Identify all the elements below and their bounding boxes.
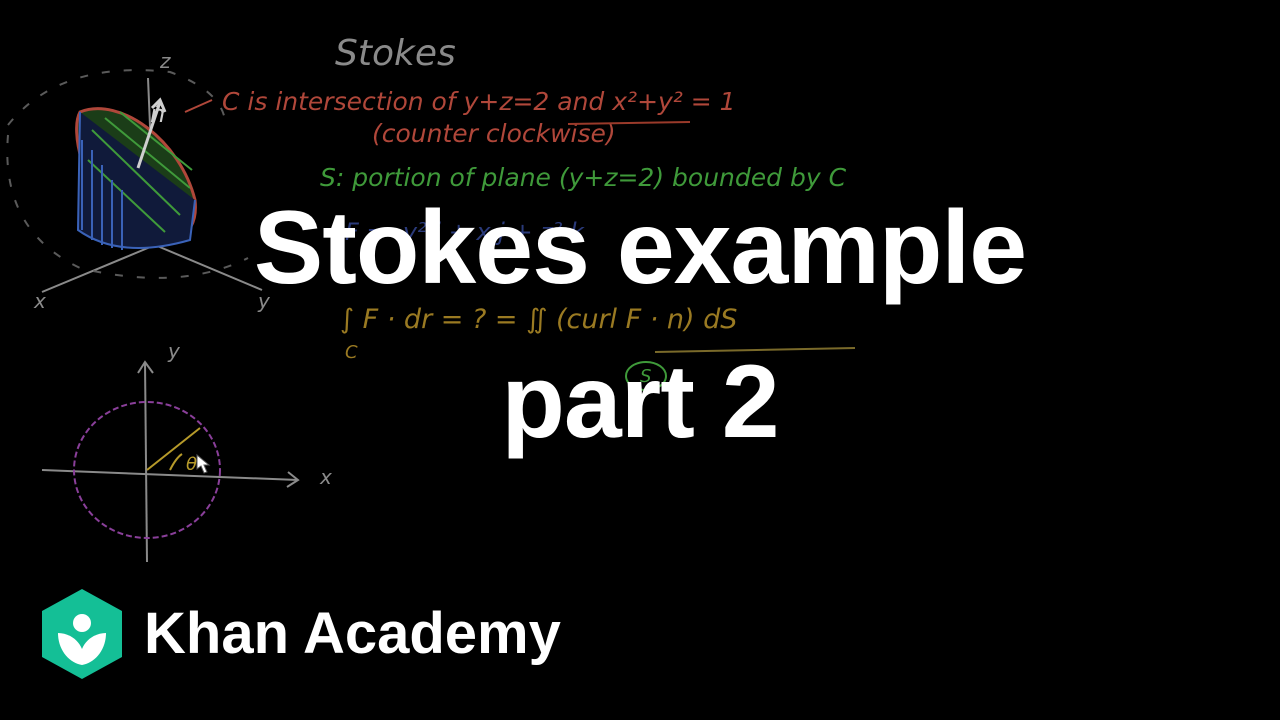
board-line-c: C is intersection of y+z=2 and x²+y² = 1 [222, 87, 736, 116]
khan-academy-hexagon-icon [42, 589, 122, 679]
video-title-line-1: Stokes example [253, 190, 1027, 306]
axis-x-label-2d: x [319, 465, 332, 489]
angle-theta-label: θ [186, 454, 197, 475]
brand-name: Khan Academy [144, 601, 561, 666]
video-thumbnail: Stokes C is intersection of y+z=2 and x²… [0, 0, 1280, 720]
khan-academy-brand: Khan Academy [40, 586, 561, 682]
board-heading: Stokes [335, 33, 456, 74]
normal-vector-label: n̂ [150, 100, 165, 128]
video-title-line-2: part 2 [501, 344, 779, 460]
board-line-s: S: portion of plane (y+z=2) bounded by C [320, 163, 847, 192]
axis-z-label: z [159, 49, 171, 73]
board-line-integral: ∫ F · dr = ? = ∬ (curl F · n) dS [340, 304, 737, 335]
